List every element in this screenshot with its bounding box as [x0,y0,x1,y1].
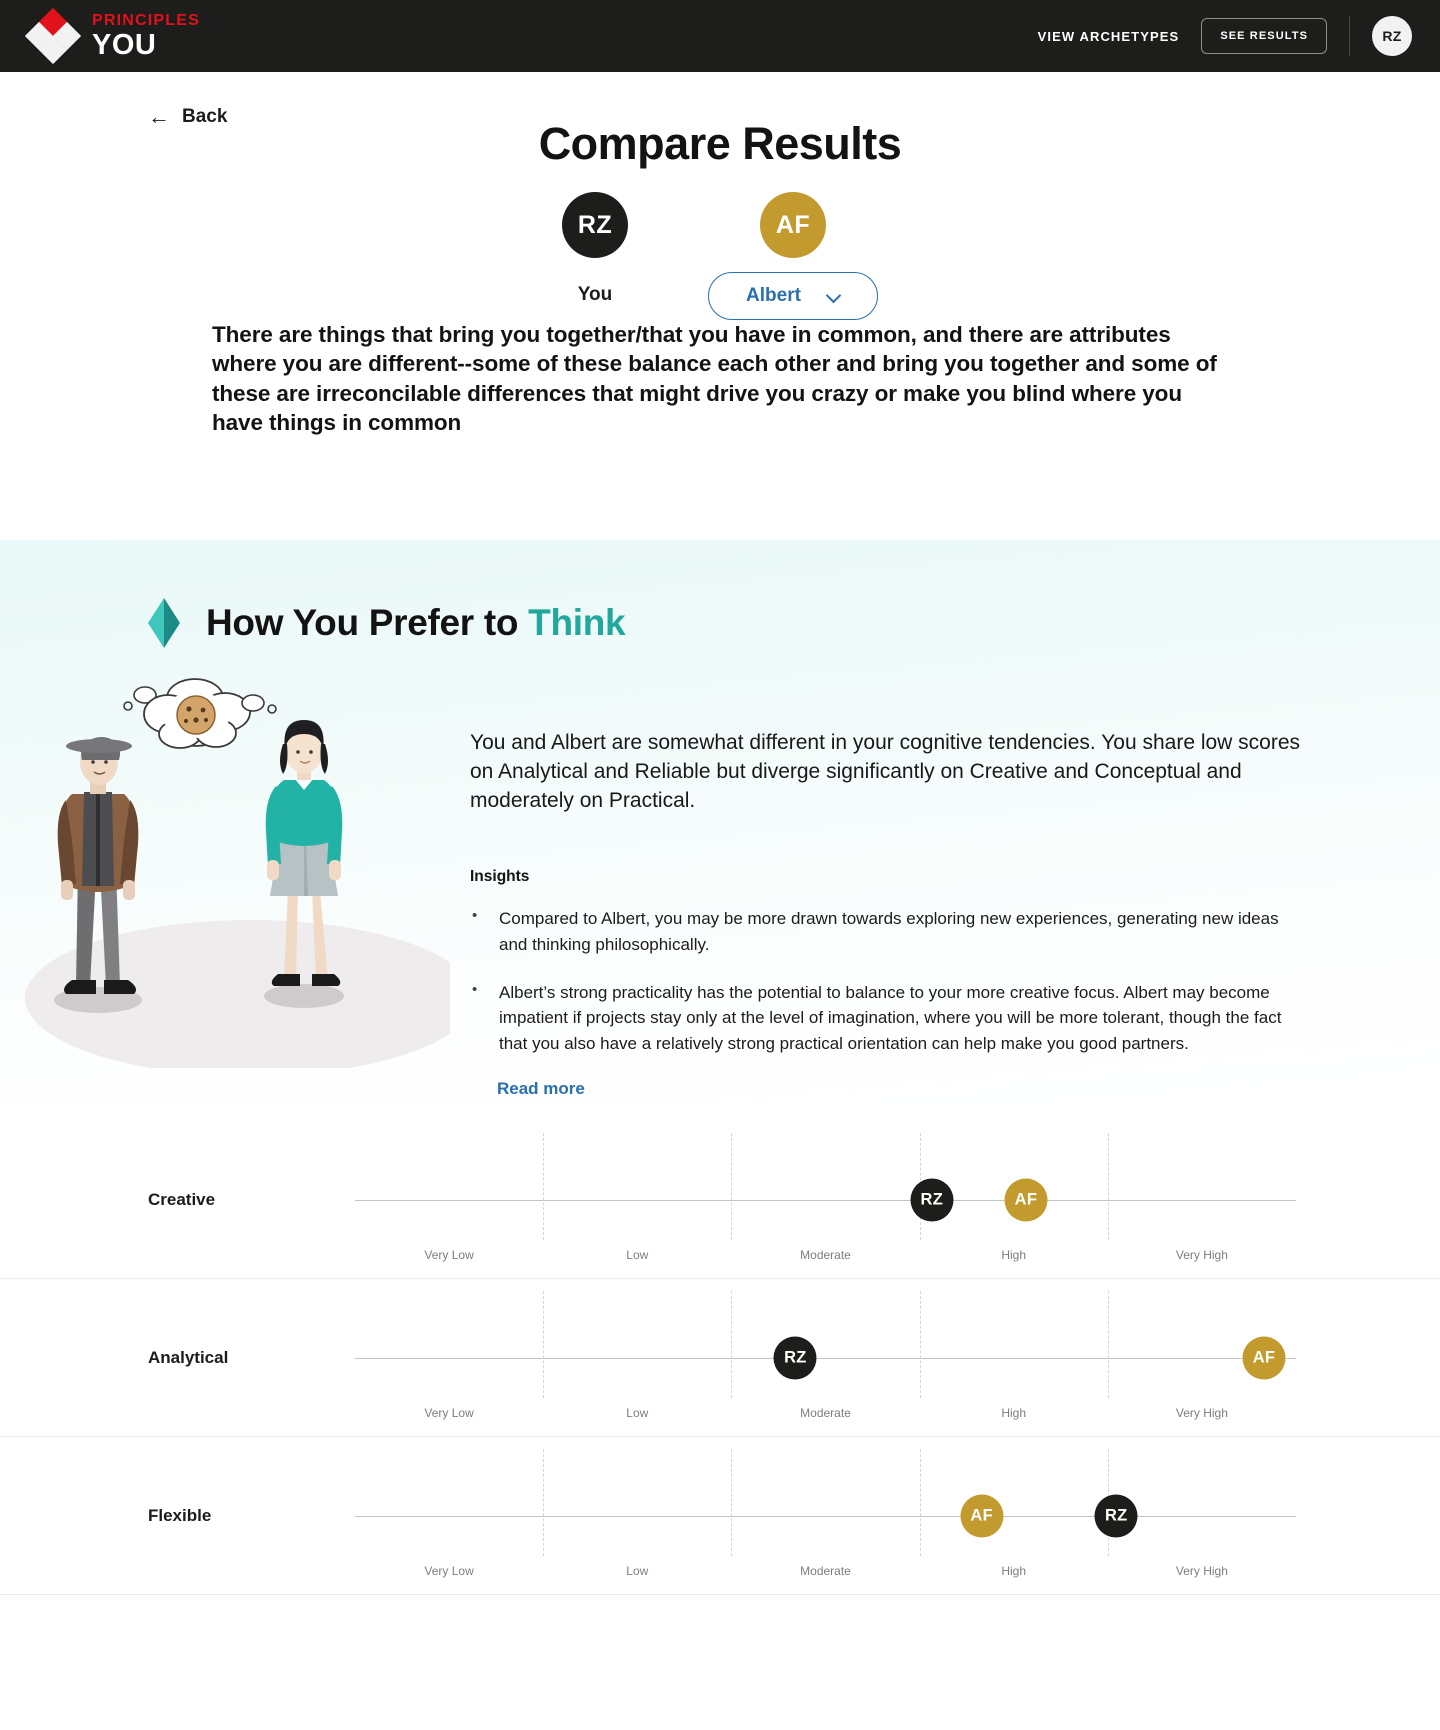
scale-gridline [543,1291,545,1399]
back-label: Back [182,106,228,127]
scale-marker-rz[interactable]: RZ [1094,1494,1138,1538]
scale-gridline [731,1291,733,1399]
arrow-left-icon: ← [148,104,170,129]
scale-tick-label: Low [626,1564,649,1579]
scale-tick-label: Very High [1175,1406,1228,1421]
header-divider [1349,16,1350,56]
see-results-button[interactable]: SEE RESULTS [1201,18,1327,54]
app-header: PRINCIPLES YOU VIEW ARCHETYPES SEE RESUL… [0,0,1440,72]
scale-track [355,1515,1296,1518]
diamond-logo-icon [24,7,82,65]
scale-gridline [731,1449,733,1557]
scale-tick-label: Very High [1175,1248,1228,1263]
scale-tick-label: Moderate [800,1564,851,1579]
think-section: How You Prefer to Think You and Albert a… [0,540,1440,1106]
scale-tick-label: Moderate [800,1248,851,1263]
list-item: Albert’s strong practicality has the pot… [470,979,1310,1057]
scale-track [355,1357,1296,1360]
scale-track-area: Very Low Low Moderate High Very High AF RZ [355,1437,1296,1594]
person-you-avatar: RZ [562,192,628,258]
scale-tick-label: Low [626,1406,649,1421]
section-heading-row: How You Prefer to Think [0,540,1440,648]
nav-view-archetypes[interactable]: VIEW ARCHETYPES [1038,29,1180,44]
scale-gridline [919,1291,921,1399]
scale-marker-af[interactable]: AF [1242,1336,1286,1380]
person-you-label: You [577,284,613,305]
scale-track [355,1199,1296,1202]
read-more-link[interactable]: Read more [497,1079,1310,1099]
illustration-container [0,660,470,1080]
scale-label: Creative [148,1189,216,1209]
scale-tick-label: Very Low [424,1406,474,1421]
brand-name-you: YOU [92,28,157,61]
chevron-down-icon [827,290,840,303]
scale-marker-af[interactable]: AF [1004,1178,1048,1222]
scale-tick-label: High [1001,1564,1027,1579]
scale-tick-label: High [1001,1406,1027,1421]
scale-label: Flexible [148,1505,212,1525]
compare-header-area: ← Back Compare Results RZ You AF Albert … [0,72,1440,502]
scale-marker-rz[interactable]: RZ [910,1178,954,1222]
section-copy: You and Albert are somewhat different in… [470,660,1440,1099]
person-select-value: Albert [746,285,801,306]
brand-logo[interactable]: PRINCIPLES YOU [24,7,201,65]
person-other-avatar: AF [760,192,826,258]
scale-label: Analytical [148,1347,229,1367]
person-other: AF Albert [708,192,878,320]
scale-track-area: Very Low Low Moderate High Very High RZ AF [355,1279,1296,1436]
scale-tick-label: Very Low [424,1248,474,1263]
list-item: Compared to Albert, you may be more draw… [470,905,1310,958]
scale-marker-af[interactable]: AF [960,1494,1004,1538]
scale-tick-label: High [1001,1248,1027,1263]
scale-gridline [1107,1133,1109,1241]
scale-row: Creative Very Low Low Moderate High Very High… [0,1121,1440,1280]
brand-name-principles: PRINCIPLES [92,11,201,29]
diamond-icon [148,598,180,648]
scale-track-area: Very Low Low Moderate High Very High RZ AF [355,1121,1296,1278]
section-title-prefix: How You Prefer to [206,602,529,643]
scale-gridline [731,1133,733,1241]
scale-tick-label: Very High [1175,1564,1228,1579]
intro-paragraph: There are things that bring you together… [212,322,1217,435]
section-lede: You and Albert are somewhat different in… [470,731,1301,812]
trait-scales: Creative Very Low Low Moderate High Very High… [0,1105,1440,1596]
scale-gridline [543,1133,545,1241]
scale-row: Flexible Very Low Low Moderate High Very High… [0,1437,1440,1596]
scale-gridline [543,1449,545,1557]
avatar[interactable]: RZ [1372,16,1412,56]
section-title-accent: Think [528,602,626,643]
section-title: How You Prefer to Think [206,602,626,644]
scale-gridline [1107,1291,1109,1399]
back-button[interactable]: ← Back [148,106,227,128]
compare-people: RZ You AF Albert [0,192,1440,320]
scale-marker-rz[interactable]: RZ [773,1336,817,1380]
two-people-illustration [25,678,450,1068]
scale-gridline [919,1449,921,1557]
insights-list: Compared to Albert, you may be more draw… [470,905,1310,1057]
scale-tick-label: Very Low [424,1564,474,1579]
scale-tick-label: Low [626,1248,649,1263]
scale-tick-label: Moderate [800,1406,851,1421]
insights-heading: Insights [470,867,530,885]
person-select-dropdown[interactable]: Albert [708,272,878,320]
person-you: RZ You [562,192,628,306]
scale-row: Analytical Very Low Low Moderate High Very Hi… [0,1279,1440,1438]
